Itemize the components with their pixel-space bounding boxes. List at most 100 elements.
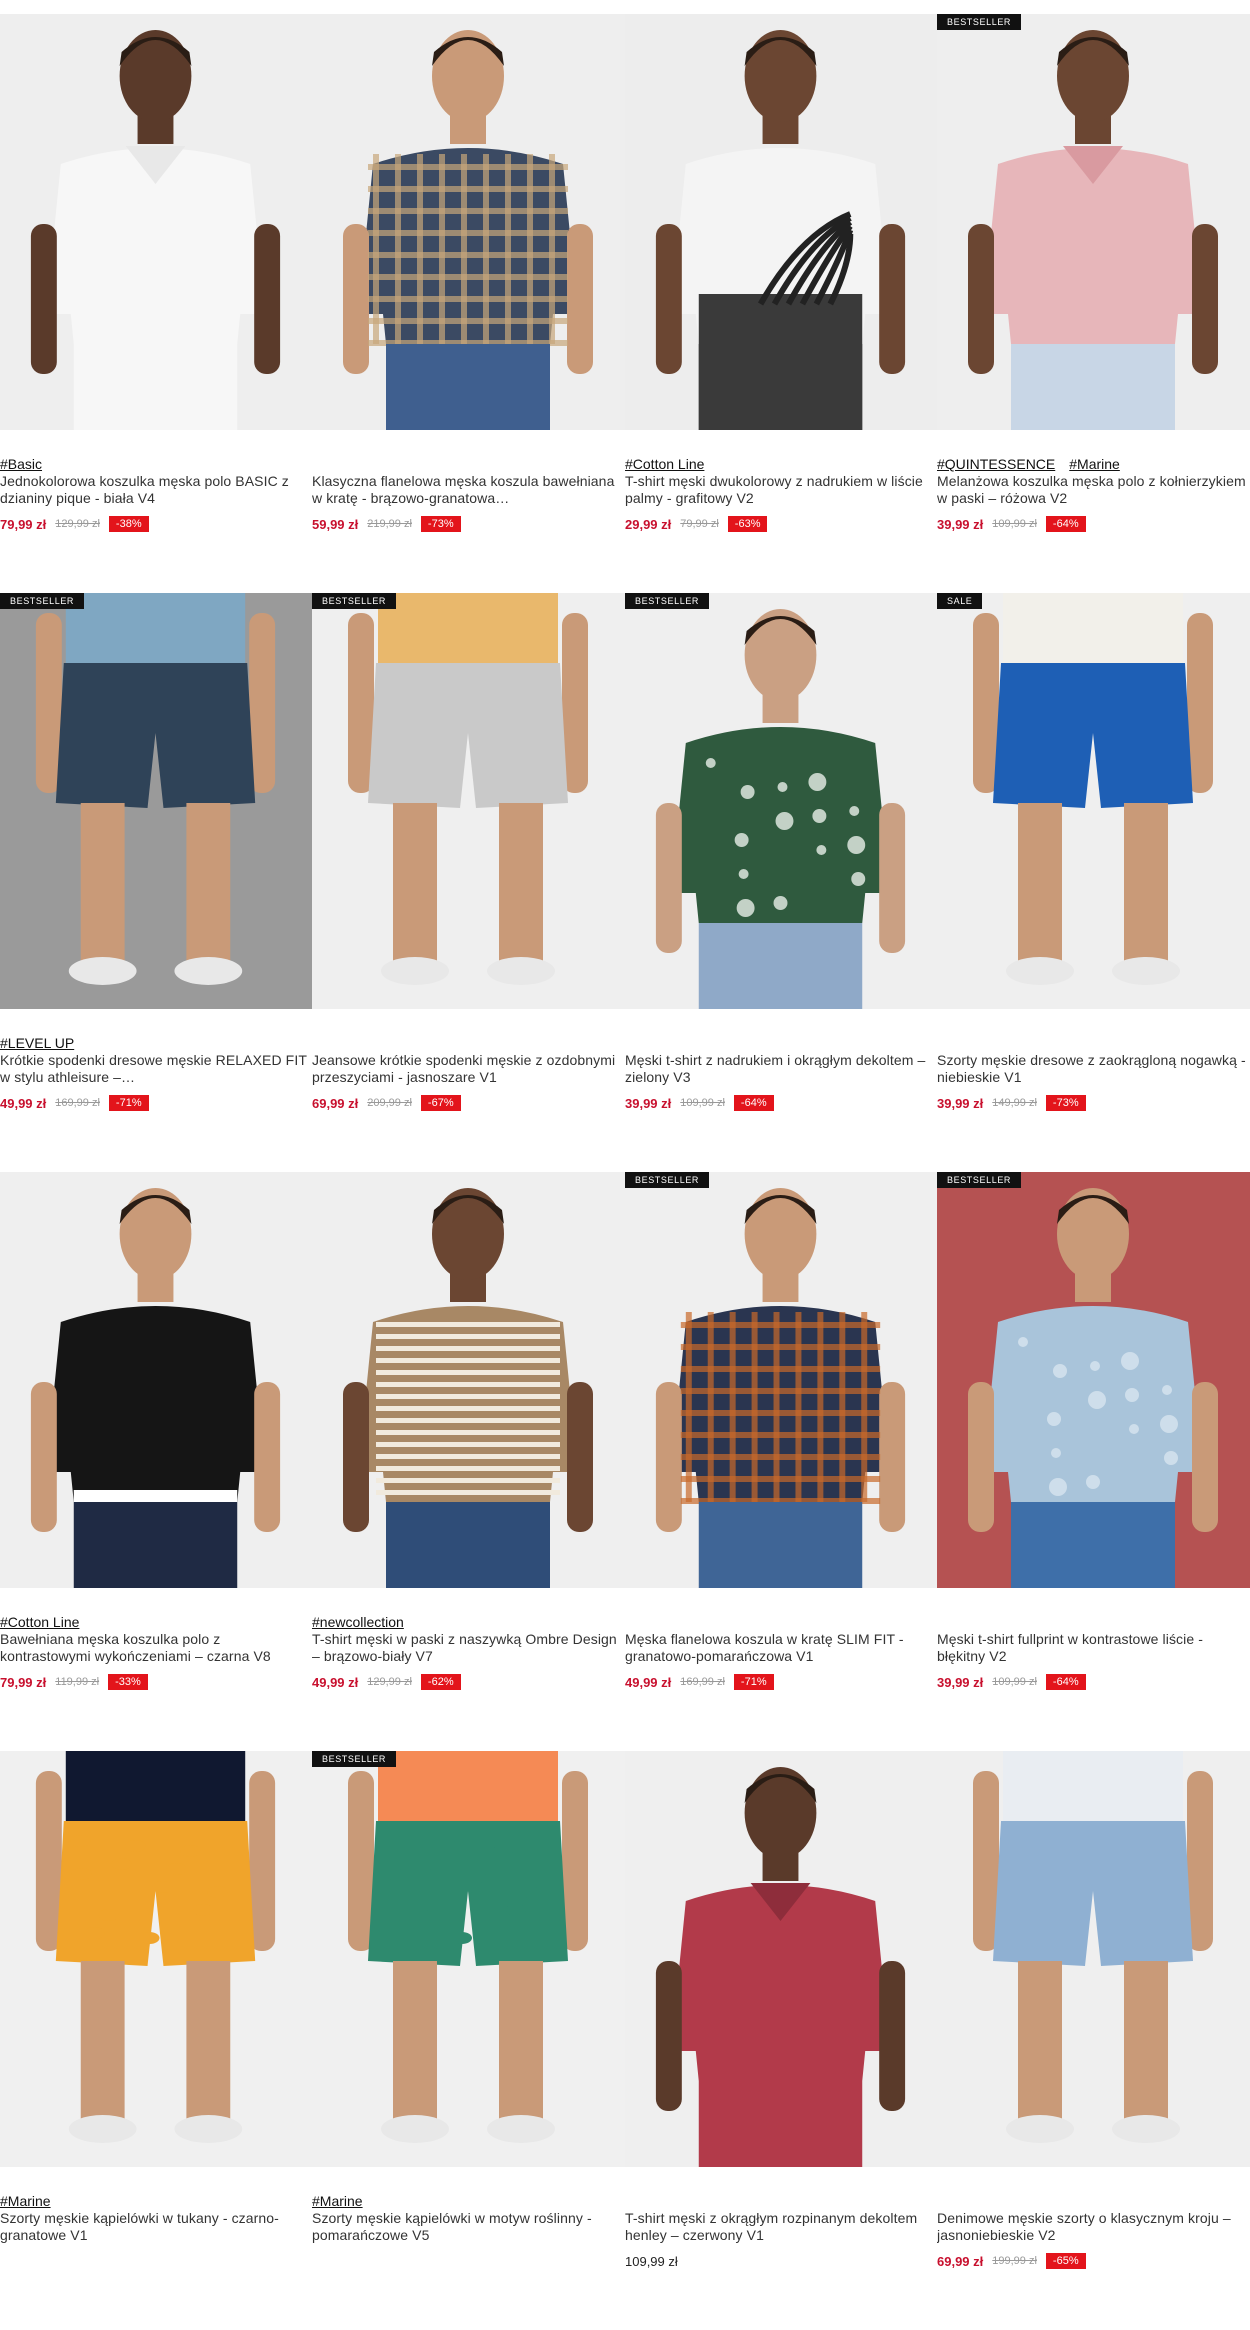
product-info: #Marine Szorty męskie kąpielówki w motyw… bbox=[312, 2167, 625, 2269]
product-tag-link[interactable]: #Cotton Line bbox=[0, 1614, 79, 1630]
product-old-price: 169,99 zł bbox=[680, 1676, 725, 1688]
product-photo[interactable] bbox=[312, 1172, 625, 1588]
product-photo[interactable] bbox=[312, 14, 625, 430]
product-name[interactable]: Krótkie spodenki dresowe męskie RELAXED … bbox=[0, 1052, 312, 1086]
product-name[interactable]: T-shirt męski w paski z naszywką Ombre D… bbox=[312, 1631, 625, 1665]
product-tags: #Cotton Line bbox=[625, 456, 937, 473]
product-name[interactable]: Klasyczna flanelowa męska koszula bawełn… bbox=[312, 473, 625, 507]
product-tag-link[interactable]: #Marine bbox=[0, 2193, 51, 2209]
product-card[interactable]: BESTSELLER Męski t-shirt z nadrukiem i o… bbox=[625, 593, 937, 1172]
product-photo[interactable]: BESTSELLER bbox=[312, 593, 625, 1009]
product-tag-link[interactable]: #Marine bbox=[312, 2193, 363, 2209]
product-info: Szorty męskie dresowe z zaokrągloną noga… bbox=[937, 1009, 1250, 1111]
product-photo[interactable] bbox=[625, 1751, 937, 2167]
product-prices: 39,99 zł 109,99 zł -64% bbox=[937, 1674, 1250, 1690]
product-prices: 29,99 zł 79,99 zł -63% bbox=[625, 516, 937, 532]
product-tag-link[interactable]: #Basic bbox=[0, 456, 42, 472]
product-card[interactable]: #Basic Jednokolorowa koszulka męska polo… bbox=[0, 14, 312, 593]
product-name[interactable]: T-shirt męski dwukolorowy z nadrukiem w … bbox=[625, 473, 937, 507]
product-photo[interactable]: BESTSELLER bbox=[625, 1172, 937, 1588]
product-tag-link[interactable]: #QUINTESSENCE bbox=[937, 456, 1055, 472]
product-card[interactable]: Klasyczna flanelowa męska koszula bawełn… bbox=[312, 14, 625, 593]
product-photo[interactable]: BESTSELLER bbox=[937, 1172, 1250, 1588]
product-prices: 109,99 zł bbox=[625, 2253, 937, 2269]
product-old-price: 119,99 zł bbox=[55, 1676, 100, 1688]
product-info: #Basic Jednokolorowa koszulka męska polo… bbox=[0, 430, 312, 532]
product-photo[interactable] bbox=[0, 14, 312, 430]
product-name[interactable]: Jednokolorowa koszulka męska polo BASIC … bbox=[0, 473, 312, 507]
product-photo[interactable] bbox=[0, 1172, 312, 1588]
product-prices: 39,99 zł 109,99 zł -64% bbox=[937, 516, 1250, 532]
product-prices: 69,99 zł 199,99 zł -65% bbox=[937, 2253, 1250, 2269]
product-prices: 49,99 zł 169,99 zł -71% bbox=[0, 1095, 312, 1111]
product-badge: BESTSELLER bbox=[625, 593, 710, 609]
product-photo[interactable]: SALE bbox=[937, 593, 1250, 1009]
product-name[interactable]: Szorty męskie kąpielówki w tukany - czar… bbox=[0, 2210, 312, 2244]
product-photo[interactable] bbox=[625, 14, 937, 430]
product-prices: 79,99 zł 119,99 zł -33% bbox=[0, 1674, 312, 1690]
product-card[interactable]: #newcollection T-shirt męski w paski z n… bbox=[312, 1172, 625, 1751]
product-info: #Cotton Line Bawełniana męska koszulka p… bbox=[0, 1588, 312, 1690]
product-card[interactable]: #Cotton Line Bawełniana męska koszulka p… bbox=[0, 1172, 312, 1751]
check-shirt-icon bbox=[625, 1172, 937, 1588]
product-tags bbox=[625, 1614, 937, 1631]
product-card[interactable]: BESTSELLER #Marine Szorty męskie kąpieló… bbox=[312, 1751, 625, 2330]
product-card[interactable]: BESTSELLER Męska flanelowa koszula w kra… bbox=[625, 1172, 937, 1751]
product-name[interactable]: Męska flanelowa koszula w kratę SLIM FIT… bbox=[625, 1631, 937, 1665]
product-badge: BESTSELLER bbox=[937, 14, 1022, 30]
product-badge: BESTSELLER bbox=[625, 1172, 710, 1188]
product-old-price: 109,99 zł bbox=[992, 518, 1037, 530]
product-name[interactable]: Jeansowe krótkie spodenki męskie z ozdob… bbox=[312, 1052, 625, 1086]
plaid-shirt-icon bbox=[312, 14, 625, 430]
product-price: 69,99 zł bbox=[312, 1095, 359, 1111]
product-tag-link[interactable]: #Marine bbox=[1069, 456, 1120, 472]
product-card[interactable]: Denimowe męskie szorty o klasycznym kroj… bbox=[937, 1751, 1250, 2330]
product-card[interactable]: BESTSELLER Jeansowe krótkie spodenki męs… bbox=[312, 593, 625, 1172]
product-card[interactable]: T-shirt męski z okrągłym rozpinanym deko… bbox=[625, 1751, 937, 2330]
orange-swim-shorts-icon bbox=[312, 1751, 625, 2167]
product-name[interactable]: Szorty męskie kąpielówki w motyw roślinn… bbox=[312, 2210, 625, 2244]
product-name[interactable]: T-shirt męski z okrągłym rozpinanym deko… bbox=[625, 2210, 937, 2244]
product-info: Klasyczna flanelowa męska koszula bawełn… bbox=[312, 430, 625, 532]
pink-polo-icon bbox=[937, 14, 1250, 430]
product-photo[interactable] bbox=[0, 1751, 312, 2167]
product-name[interactable]: Szorty męskie dresowe z zaokrągloną noga… bbox=[937, 1052, 1250, 1086]
product-prices: 69,99 zł 209,99 zł -67% bbox=[312, 1095, 625, 1111]
product-tags: #LEVEL UP bbox=[0, 1035, 312, 1052]
product-prices: 49,99 zł 129,99 zł -62% bbox=[312, 1674, 625, 1690]
product-name[interactable]: Męski t-shirt z nadrukiem i okrągłym dek… bbox=[625, 1052, 937, 1086]
product-card[interactable]: BESTSELLER #LEVEL UP Krótkie spodenki dr… bbox=[0, 593, 312, 1172]
product-price: 39,99 zł bbox=[937, 1674, 984, 1690]
product-price: 69,99 zł bbox=[937, 2253, 984, 2269]
product-name[interactable]: Melanżowa koszulka męska polo z kołnierz… bbox=[937, 473, 1250, 507]
product-prices: 59,99 zł 219,99 zł -73% bbox=[312, 516, 625, 532]
product-price: 109,99 zł bbox=[625, 2253, 678, 2269]
product-tags bbox=[312, 456, 625, 473]
product-old-price: 169,99 zł bbox=[55, 1097, 100, 1109]
product-photo[interactable]: BESTSELLER bbox=[937, 14, 1250, 430]
product-old-price: 129,99 zł bbox=[367, 1676, 412, 1688]
product-name[interactable]: Denimowe męskie szorty o klasycznym kroj… bbox=[937, 2210, 1250, 2244]
palm-tshirt-icon bbox=[625, 14, 937, 430]
product-grid: #Basic Jednokolorowa koszulka męska polo… bbox=[0, 14, 1250, 2330]
product-card[interactable]: #Cotton Line T-shirt męski dwukolorowy z… bbox=[625, 14, 937, 593]
discount-badge: -64% bbox=[1045, 1674, 1086, 1690]
product-card[interactable]: BESTSELLER #QUINTESSENCE #Marine Melanżow… bbox=[937, 14, 1250, 593]
product-card[interactable]: #Marine Szorty męskie kąpielówki w tukan… bbox=[0, 1751, 312, 2330]
product-photo[interactable]: BESTSELLER bbox=[625, 593, 937, 1009]
product-tag-link[interactable]: #LEVEL UP bbox=[0, 1035, 74, 1051]
product-tags bbox=[937, 1035, 1250, 1052]
product-tag-link[interactable]: #newcollection bbox=[312, 1614, 404, 1630]
product-photo[interactable]: BESTSELLER bbox=[312, 1751, 625, 2167]
white-polo-icon bbox=[0, 14, 312, 430]
product-name[interactable]: Bawełniana męska koszulka polo z kontras… bbox=[0, 1631, 312, 1665]
product-name[interactable]: Męski t-shirt fullprint w kontrastowe li… bbox=[937, 1631, 1250, 1665]
product-info: Męski t-shirt z nadrukiem i okrągłym dek… bbox=[625, 1009, 937, 1111]
product-badge: BESTSELLER bbox=[312, 593, 397, 609]
product-tag-link[interactable]: #Cotton Line bbox=[625, 456, 704, 472]
product-photo[interactable] bbox=[937, 1751, 1250, 2167]
product-old-price: 219,99 zł bbox=[367, 518, 412, 530]
product-photo[interactable]: BESTSELLER bbox=[0, 593, 312, 1009]
product-card[interactable]: SALE Szorty męskie dresowe z zaokrągloną… bbox=[937, 593, 1250, 1172]
product-card[interactable]: BESTSELLER Męski t-shirt fullprint w kon… bbox=[937, 1172, 1250, 1751]
